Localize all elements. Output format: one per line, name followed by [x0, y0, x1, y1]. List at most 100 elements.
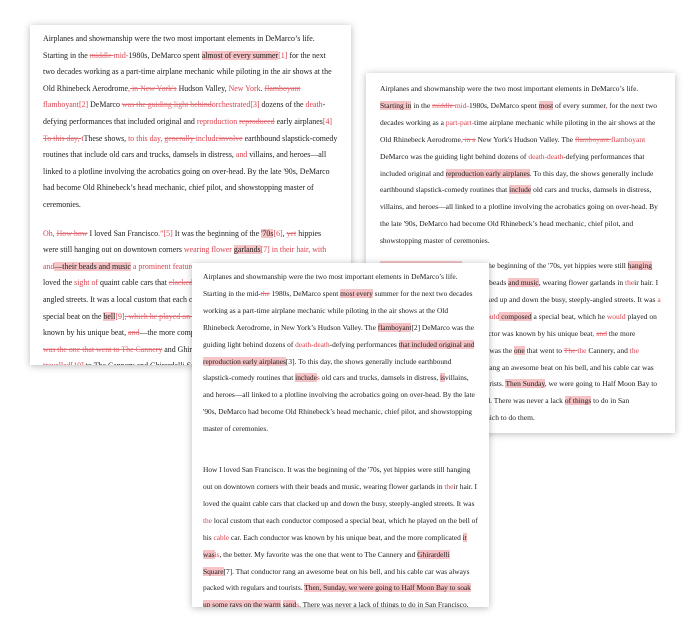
inserted-text: include	[195, 133, 219, 143]
text-run: early airplanes	[274, 116, 323, 126]
inserted-text: orchestrated	[211, 100, 251, 110]
inserted-text: death	[305, 100, 323, 110]
inserted-text: ”[5]	[160, 228, 173, 238]
highlighted-text: reproduction early airplanes	[445, 168, 530, 178]
inserted-text: the	[577, 345, 587, 355]
paragraph: Airplanes and showmanship were the two m…	[380, 81, 661, 250]
text-run: It was the beginning of the	[172, 228, 262, 238]
highlighted-text: include	[509, 185, 532, 195]
inserted-text: death-death	[295, 339, 330, 349]
deleted-text: middle	[432, 100, 455, 110]
text-run: old cars and trucks, damsels in distress…	[319, 373, 441, 383]
inserted-text: [4]	[322, 116, 333, 126]
highlighted-text: composed	[499, 311, 532, 321]
deleted-text: the	[260, 288, 270, 298]
inserted-text: [10]	[71, 361, 84, 365]
inserted-text: Oh,	[43, 228, 57, 238]
inserted-text: mid-	[454, 100, 469, 110]
inserted-text: wearing flower	[183, 245, 234, 255]
text-run: quaint cable cars that	[98, 278, 169, 288]
deleted-text: and	[128, 328, 140, 338]
deleted-text: generally	[164, 133, 196, 143]
text-run: DeMarco was the guiding light behind doz…	[380, 151, 529, 161]
text-run: car. Each conductor was known by his uni…	[229, 532, 463, 542]
inserted-text: the	[629, 345, 639, 355]
inserted-text: death-death	[528, 151, 564, 161]
inserted-text: [6]	[273, 228, 283, 238]
deleted-text: involve	[218, 133, 243, 143]
deleted-text: reproduced	[239, 116, 275, 126]
highlighted-text: of things	[564, 396, 592, 406]
text-run: , wearing flower garlands in	[538, 277, 625, 287]
inserted-text: reproduction	[196, 116, 240, 126]
paragraph: How I loved San Francisco. It was the be…	[203, 462, 478, 607]
highlighted-text: most every	[340, 288, 373, 298]
text-run: a special beat, which he	[531, 311, 607, 321]
highlighted-text: and music	[508, 277, 539, 287]
highlighted-text: most	[538, 100, 554, 110]
inserted-text: the	[203, 515, 213, 525]
deleted-text: in New York's	[130, 83, 177, 93]
paragraph: Airplanes and showmanship were the two m…	[43, 31, 338, 214]
text-run: I loved San Francisco	[87, 228, 159, 238]
text-run: These shows,	[83, 133, 129, 143]
deleted-text: flamboyant	[264, 83, 301, 93]
highlighted-text: flamboyant	[377, 322, 412, 332]
text-run: 1980s, DeMarco spent	[468, 100, 539, 110]
highlighted-text: '70s	[261, 228, 274, 238]
deleted-text: To this day,	[43, 133, 82, 143]
highlighted-text: include	[295, 373, 317, 383]
highlighted-text: —their beads and music	[54, 261, 131, 271]
text-run: [7]	[223, 566, 233, 576]
deleted-text: clacked	[168, 278, 193, 288]
text-run: 1980s, DeMarco spent	[128, 50, 202, 60]
deleted-text: How how	[56, 228, 88, 238]
inserted-text: flamboyant	[43, 100, 79, 110]
deleted-text: The	[563, 345, 578, 355]
text-run: Hudson Valley,	[176, 83, 229, 93]
deleted-text: was the guiding light behind	[121, 100, 212, 110]
highlighted-text: of every summer	[224, 50, 279, 60]
text-run: -defying performances	[329, 339, 399, 349]
text-run: that went to	[524, 345, 564, 355]
inserted-text: [9]	[115, 311, 125, 321]
inserted-text: a prominent feature	[130, 261, 195, 271]
text-run: Airplanes and showmanship were the two m…	[380, 84, 639, 93]
deleted-text: in a	[462, 134, 476, 144]
highlighted-text: one	[513, 345, 525, 355]
inserted-text: to this day,	[128, 133, 165, 143]
inserted-text: sight of	[74, 278, 99, 288]
deleted-text: flamboyant	[574, 134, 611, 144]
inserted-text: a	[657, 294, 661, 304]
document-page-front: Airplanes and showmanship were the two m…	[192, 263, 489, 607]
inserted-text: [2]	[78, 100, 89, 110]
deleted-text: and	[596, 328, 608, 338]
text-run: How I loved San Francisco. It was the be…	[203, 465, 471, 491]
inserted-text: cable	[213, 532, 230, 542]
inserted-text: [1]	[278, 50, 288, 60]
inserted-text: [7]	[260, 245, 270, 255]
highlighted-text: garlands	[233, 245, 261, 255]
text-run: [3]	[285, 356, 295, 366]
text-run: of every summer	[553, 100, 606, 110]
text-run: dozens of the	[259, 100, 306, 110]
inserted-text: flamboyant	[611, 134, 646, 144]
inserted-text: and	[235, 150, 248, 160]
highlighted-text: Starting in	[380, 100, 412, 110]
inserted-text: [3]	[250, 100, 260, 110]
text-run: , the better. My favorite was the one th…	[219, 549, 418, 559]
text-run: [2]	[411, 322, 421, 332]
inserted-text: part-part-	[445, 117, 475, 127]
highlighted-text: sand	[282, 600, 297, 607]
highlighted-text: bell	[103, 311, 116, 321]
highlighted-text: Then Sunday	[505, 379, 545, 389]
text-run: DeMarco	[88, 100, 122, 110]
inserted-text: the	[624, 277, 635, 287]
paragraph: Airplanes and showmanship were the two m…	[203, 269, 478, 438]
deleted-text: middle	[89, 50, 114, 60]
text-run: New York's Hudson Valley. The	[475, 134, 575, 144]
inserted-text: New York	[228, 83, 261, 93]
